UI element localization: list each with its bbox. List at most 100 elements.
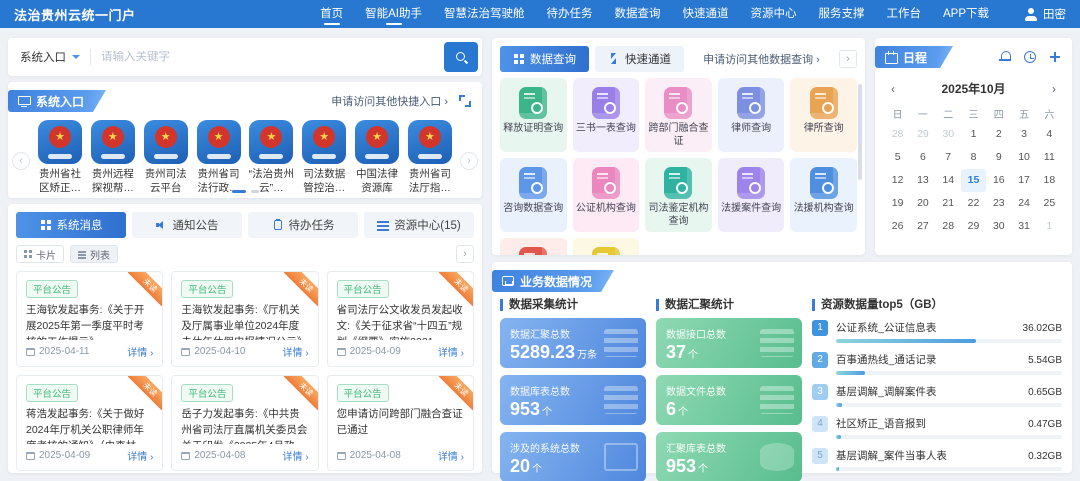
detail-link[interactable]: 详情	[438, 448, 464, 463]
search-category-select[interactable]: 系统入口	[20, 49, 80, 65]
app-shortcut[interactable]: ★贵州省社区矫正…	[34, 120, 86, 195]
app-shortcut[interactable]: ★“法治贵州云”…	[245, 120, 297, 195]
nav-item[interactable]: 服务支撑	[809, 3, 873, 25]
calendar-day[interactable]: 11	[1037, 146, 1062, 169]
prev-month-button[interactable]: ‹	[885, 82, 901, 96]
carousel-dot[interactable]	[251, 190, 259, 193]
calendar-day[interactable]: 19	[885, 192, 910, 215]
nav-item[interactable]: APP下载	[934, 3, 998, 25]
calendar-day[interactable]: 1	[961, 123, 986, 146]
calendar-day[interactable]: 6	[910, 146, 935, 169]
detail-link[interactable]: 详情	[283, 344, 309, 359]
calendar-day[interactable]: 29	[910, 123, 935, 146]
calendar-day[interactable]: 28	[885, 123, 910, 146]
query-tile[interactable]: 咨询数据查询	[500, 158, 567, 232]
calendar-day[interactable]: 5	[885, 146, 910, 169]
carousel-dot[interactable]	[232, 190, 246, 193]
nav-item[interactable]: 待办任务	[537, 3, 601, 25]
calendar-day[interactable]: 12	[885, 169, 910, 192]
calendar-day[interactable]: 31	[1011, 215, 1036, 238]
calendar-day-selected[interactable]: 15	[961, 169, 986, 192]
calendar-day[interactable]: 7	[936, 146, 961, 169]
detail-link[interactable]: 详情	[127, 344, 153, 359]
next-month-button[interactable]: ›	[1046, 82, 1062, 96]
entrance-more-link[interactable]: 申请访问其他快捷入口	[331, 93, 448, 109]
top5-row[interactable]: 3基层调解_调解案件表0.65GB	[812, 384, 1062, 407]
message-card[interactable]: 平台公告您申请访问跨部门融合查证已通过2025-04-08详情未读	[327, 375, 474, 471]
tab-clipboard[interactable]: 待办任务	[248, 212, 358, 238]
calendar-day[interactable]: 30	[936, 123, 961, 146]
message-card[interactable]: 平台公告王海钦发起事务:《厅机关及厅属事业单位2024年度未休年休假申报情况公示…	[171, 271, 318, 367]
tab-grid[interactable]: 系统消息	[16, 212, 126, 238]
query-tab-bolt[interactable]: 快速通道	[595, 46, 684, 72]
query-more-link[interactable]: 申请访问其他数据查询	[703, 51, 820, 67]
nav-item[interactable]: 智慧法治驾驶舱	[435, 3, 534, 25]
carousel-next-button[interactable]: ›	[460, 152, 478, 170]
query-tile[interactable]: 律所查询	[790, 78, 857, 152]
top5-row[interactable]: 1公证系统_公证信息表36.02GB	[812, 320, 1062, 343]
clock-icon[interactable]	[1023, 50, 1037, 64]
calendar-day[interactable]: 26	[885, 215, 910, 238]
nav-item[interactable]: 快速通道	[673, 3, 737, 25]
nav-item[interactable]: 首页	[311, 3, 352, 25]
calendar-day[interactable]: 2	[986, 123, 1011, 146]
app-shortcut[interactable]: ★贵州省司法行政…	[193, 120, 245, 195]
search-button[interactable]	[444, 42, 478, 72]
calendar-day[interactable]: 8	[961, 146, 986, 169]
tab-speaker[interactable]: 通知公告	[132, 212, 242, 238]
query-tile[interactable]: 律师查询	[718, 78, 785, 152]
detail-link[interactable]: 详情	[283, 448, 309, 463]
calendar-day[interactable]: 21	[936, 192, 961, 215]
calendar-day[interactable]: 13	[910, 169, 935, 192]
app-shortcut[interactable]: ★贵州省司法厅指…	[404, 120, 456, 195]
messages-next-button[interactable]: ›	[456, 245, 474, 263]
message-card[interactable]: 平台公告蒋浩发起事务:《关于做好2024年厅机关公职律师年度考核的通知》（由李林…	[16, 375, 163, 471]
calendar-day[interactable]: 20	[910, 192, 935, 215]
calendar-day[interactable]: 27	[910, 215, 935, 238]
query-tab-grid[interactable]: 数据查询	[500, 46, 589, 72]
calendar-day[interactable]: 22	[961, 192, 986, 215]
calendar-day[interactable]: 18	[1037, 169, 1062, 192]
calendar-day[interactable]: 29	[961, 215, 986, 238]
calendar-day[interactable]: 30	[986, 215, 1011, 238]
query-tile[interactable]	[500, 238, 567, 255]
calendar-day[interactable]: 1	[1037, 215, 1062, 238]
user-menu[interactable]: 田密	[1024, 6, 1066, 22]
query-tile[interactable]: 跨部门融合查证	[645, 78, 712, 152]
fullscreen-icon[interactable]	[458, 94, 472, 108]
message-card[interactable]: 平台公告省司法厅公文收发员发起收文:《关于征求省“十四五”规划《纲要》实施202…	[327, 271, 474, 367]
calendar-day[interactable]: 3	[1011, 123, 1036, 146]
nav-item[interactable]: 智能AI助手	[356, 3, 431, 25]
nav-item[interactable]: 数据查询	[605, 3, 669, 25]
tab-list[interactable]: 资源中心(15)	[364, 212, 474, 238]
detail-link[interactable]: 详情	[438, 344, 464, 359]
nav-item[interactable]: 资源中心	[741, 3, 805, 25]
calendar-day[interactable]: 16	[986, 169, 1011, 192]
query-tile[interactable]: 法援案件查询	[718, 158, 785, 232]
app-shortcut[interactable]: ★司法数据管控治…	[298, 120, 350, 195]
calendar-day[interactable]: 10	[1011, 146, 1036, 169]
calendar-day[interactable]: 25	[1037, 192, 1062, 215]
view-card-button[interactable]: 卡片	[16, 245, 64, 263]
add-event-button[interactable]	[1048, 50, 1062, 64]
bell-icon[interactable]	[998, 50, 1012, 64]
query-tile[interactable]	[573, 238, 640, 255]
query-tile[interactable]: 三书一表查询	[573, 78, 640, 152]
top5-row[interactable]: 2百事通热线_通话记录5.54GB	[812, 352, 1062, 375]
calendar-day[interactable]: 17	[1011, 169, 1036, 192]
top5-row[interactable]: 5基层调解_案件当事人表0.32GB	[812, 448, 1062, 471]
search-input[interactable]	[101, 51, 444, 63]
query-tile[interactable]: 公证机构查询	[573, 158, 640, 232]
calendar-day[interactable]: 24	[1011, 192, 1036, 215]
app-shortcut[interactable]: ★贵州远程探视帮…	[87, 120, 139, 195]
query-tile[interactable]: 释放证明查询	[500, 78, 567, 152]
query-next-button[interactable]: ›	[839, 50, 857, 68]
query-tile[interactable]: 法援机构查询	[790, 158, 857, 232]
calendar-day[interactable]: 4	[1037, 123, 1062, 146]
calendar-day[interactable]: 28	[936, 215, 961, 238]
scrollbar-thumb[interactable]	[858, 84, 862, 180]
app-shortcut[interactable]: ★贵州司法云平台	[140, 120, 192, 195]
query-tile[interactable]: 司法鉴定机构查询	[645, 158, 712, 232]
app-shortcut[interactable]: ★中国法律资源库	[351, 120, 403, 195]
view-list-button[interactable]: 列表	[70, 245, 118, 263]
